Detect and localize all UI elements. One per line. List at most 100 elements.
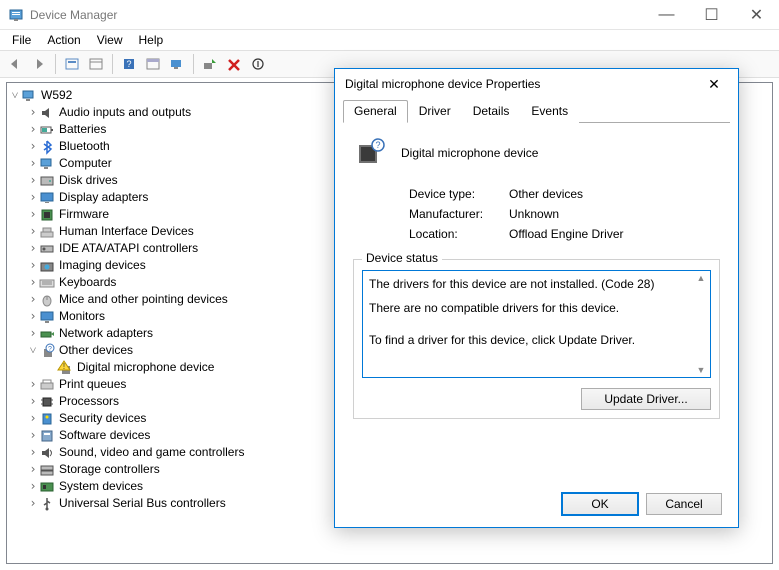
dialog-close-button[interactable]: ✕ [700, 76, 728, 93]
dialog-title-bar[interactable]: Digital microphone device Properties ✕ [335, 69, 738, 99]
category-label: Security devices [59, 412, 146, 425]
category-label: Software devices [59, 429, 150, 442]
uninstall-button[interactable] [223, 53, 245, 75]
computer-icon [21, 88, 37, 104]
category-icon [39, 479, 55, 495]
scroll-up-icon[interactable]: ▲ [694, 273, 708, 283]
category-icon [39, 105, 55, 121]
location-value: Offload Engine Driver [509, 227, 624, 241]
category-label: Network adapters [59, 327, 153, 340]
tree-root-label: W592 [41, 89, 72, 102]
update-driver-button[interactable] [199, 53, 221, 75]
menu-file[interactable]: File [4, 31, 39, 49]
category-label: Monitors [59, 310, 105, 323]
category-label: Sound, video and game controllers [59, 446, 244, 459]
category-label: Bluetooth [59, 140, 110, 153]
dialog-tabs: General Driver Details Events [343, 99, 730, 123]
view-button[interactable] [142, 53, 164, 75]
category-label: Mice and other pointing devices [59, 293, 228, 306]
update-driver-button[interactable]: Update Driver... [581, 388, 711, 410]
tab-events[interactable]: Events [520, 100, 579, 123]
expander-icon[interactable]: › [27, 412, 39, 425]
expander-icon[interactable]: › [27, 208, 39, 221]
toolbar-separator [193, 54, 194, 74]
expander-icon[interactable]: › [27, 157, 39, 170]
device-icon: ? [353, 137, 385, 169]
expander-icon[interactable]: › [27, 191, 39, 204]
expander-icon[interactable]: › [27, 123, 39, 136]
expander-icon[interactable]: › [27, 327, 39, 340]
expander-icon[interactable]: › [27, 497, 39, 510]
expander-icon[interactable]: › [27, 242, 39, 255]
svg-text:!: ! [63, 362, 65, 371]
expander-icon[interactable]: › [27, 276, 39, 289]
expander-icon[interactable]: › [27, 259, 39, 272]
tab-general[interactable]: General [343, 100, 408, 123]
scrollbar[interactable]: ▲▼ [694, 273, 708, 375]
title-bar: Device Manager — ☐ ✕ [0, 0, 779, 30]
status-line: There are no compatible drivers for this… [369, 301, 694, 315]
minimize-button[interactable]: — [644, 0, 689, 30]
scan-button[interactable] [166, 53, 188, 75]
app-icon [8, 7, 24, 23]
expander-icon[interactable]: ˅ [9, 89, 21, 102]
category-icon [39, 190, 55, 206]
device-label: Digital microphone device [77, 361, 214, 374]
category-icon [39, 139, 55, 155]
category-label: Batteries [59, 123, 106, 136]
properties-button[interactable] [85, 53, 107, 75]
window-title: Device Manager [30, 8, 644, 22]
tab-driver[interactable]: Driver [408, 100, 462, 123]
category-icon [39, 275, 55, 291]
category-label: Print queues [59, 378, 126, 391]
category-icon [39, 207, 55, 223]
manufacturer-label: Manufacturer: [409, 207, 509, 221]
expander-icon[interactable]: › [27, 106, 39, 119]
back-button[interactable] [4, 53, 26, 75]
ok-button[interactable]: OK [562, 493, 638, 515]
expander-icon[interactable]: › [27, 463, 39, 476]
manufacturer-value: Unknown [509, 207, 559, 221]
category-label: System devices [59, 480, 143, 493]
category-icon [39, 224, 55, 240]
help-button[interactable]: ? [118, 53, 140, 75]
expander-icon[interactable]: › [27, 429, 39, 442]
category-label: Audio inputs and outputs [59, 106, 191, 119]
svg-text:?: ? [48, 346, 52, 353]
maximize-button[interactable]: ☐ [689, 0, 734, 30]
expander-icon[interactable]: › [27, 378, 39, 391]
close-button[interactable]: ✕ [734, 0, 779, 30]
cancel-button[interactable]: Cancel [646, 493, 722, 515]
expander-icon[interactable]: › [27, 225, 39, 238]
expander-icon[interactable]: › [27, 310, 39, 323]
category-icon [39, 445, 55, 461]
properties-dialog: Digital microphone device Properties ✕ G… [334, 68, 739, 528]
menu-bar: File Action View Help [0, 30, 779, 50]
expander-icon[interactable]: ˅ [27, 344, 39, 357]
scroll-down-icon[interactable]: ▼ [694, 365, 708, 375]
expander-icon[interactable]: › [27, 480, 39, 493]
expander-icon[interactable]: › [27, 293, 39, 306]
show-hidden-button[interactable] [61, 53, 83, 75]
category-label: Disk drives [59, 174, 118, 187]
expander-icon[interactable]: › [27, 174, 39, 187]
category-label: Display adapters [59, 191, 148, 204]
menu-help[interactable]: Help [131, 31, 172, 49]
category-icon [39, 241, 55, 257]
category-label: Human Interface Devices [59, 225, 194, 238]
category-label: Storage controllers [59, 463, 160, 476]
device-name: Digital microphone device [401, 146, 538, 160]
disable-button[interactable] [247, 53, 269, 75]
category-label: Processors [59, 395, 119, 408]
tab-details[interactable]: Details [462, 100, 521, 123]
expander-icon[interactable]: › [27, 395, 39, 408]
menu-view[interactable]: View [89, 31, 131, 49]
expander-icon[interactable]: › [27, 140, 39, 153]
category-label: Other devices [59, 344, 133, 357]
menu-action[interactable]: Action [39, 31, 88, 49]
forward-button[interactable] [28, 53, 50, 75]
category-icon [39, 326, 55, 342]
device-status-text[interactable]: The drivers for this device are not inst… [362, 270, 711, 378]
expander-icon[interactable]: › [27, 446, 39, 459]
location-label: Location: [409, 227, 509, 241]
